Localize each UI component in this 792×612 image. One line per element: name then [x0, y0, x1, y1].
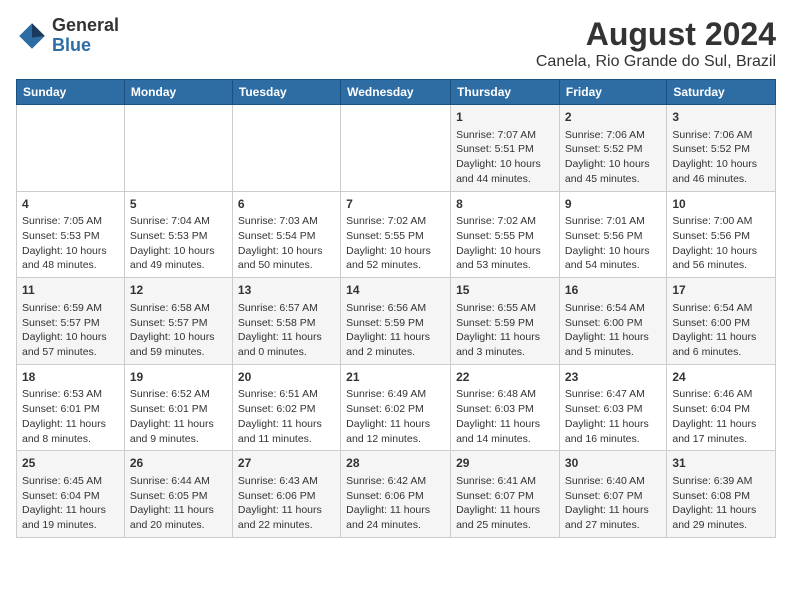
day-number: 20	[238, 369, 335, 386]
page-title: August 2024	[536, 16, 776, 53]
day-number: 31	[672, 455, 770, 472]
calendar-cell: 4Sunrise: 7:05 AMSunset: 5:53 PMDaylight…	[17, 191, 125, 278]
day-number: 8	[456, 196, 554, 213]
calendar-cell: 6Sunrise: 7:03 AMSunset: 5:54 PMDaylight…	[232, 191, 340, 278]
day-number: 30	[565, 455, 661, 472]
day-number: 29	[456, 455, 554, 472]
day-number: 9	[565, 196, 661, 213]
day-number: 7	[346, 196, 445, 213]
day-number: 18	[22, 369, 119, 386]
calendar-table: SundayMondayTuesdayWednesdayThursdayFrid…	[16, 79, 776, 538]
calendar-cell: 27Sunrise: 6:43 AMSunset: 6:06 PMDayligh…	[232, 451, 340, 538]
logo-text: General Blue	[52, 16, 119, 56]
calendar-cell: 5Sunrise: 7:04 AMSunset: 5:53 PMDaylight…	[124, 191, 232, 278]
calendar-cell: 15Sunrise: 6:55 AMSunset: 5:59 PMDayligh…	[451, 278, 560, 365]
day-of-week-header: Tuesday	[232, 80, 340, 105]
calendar-cell: 29Sunrise: 6:41 AMSunset: 6:07 PMDayligh…	[451, 451, 560, 538]
logo-icon	[16, 20, 48, 52]
page-subtitle: Canela, Rio Grande do Sul, Brazil	[536, 53, 776, 71]
day-number: 26	[130, 455, 227, 472]
day-number: 14	[346, 282, 445, 299]
day-number: 28	[346, 455, 445, 472]
calendar-week-row: 18Sunrise: 6:53 AMSunset: 6:01 PMDayligh…	[17, 364, 776, 451]
calendar-cell	[341, 105, 451, 192]
calendar-cell: 17Sunrise: 6:54 AMSunset: 6:00 PMDayligh…	[667, 278, 776, 365]
calendar-cell: 7Sunrise: 7:02 AMSunset: 5:55 PMDaylight…	[341, 191, 451, 278]
calendar-cell: 26Sunrise: 6:44 AMSunset: 6:05 PMDayligh…	[124, 451, 232, 538]
calendar-cell: 2Sunrise: 7:06 AMSunset: 5:52 PMDaylight…	[559, 105, 666, 192]
day-of-week-header: Saturday	[667, 80, 776, 105]
calendar-week-row: 1Sunrise: 7:07 AMSunset: 5:51 PMDaylight…	[17, 105, 776, 192]
calendar-cell: 25Sunrise: 6:45 AMSunset: 6:04 PMDayligh…	[17, 451, 125, 538]
calendar-cell: 31Sunrise: 6:39 AMSunset: 6:08 PMDayligh…	[667, 451, 776, 538]
calendar-cell: 18Sunrise: 6:53 AMSunset: 6:01 PMDayligh…	[17, 364, 125, 451]
calendar-header-row: SundayMondayTuesdayWednesdayThursdayFrid…	[17, 80, 776, 105]
day-number: 6	[238, 196, 335, 213]
day-number: 24	[672, 369, 770, 386]
calendar-cell: 3Sunrise: 7:06 AMSunset: 5:52 PMDaylight…	[667, 105, 776, 192]
day-of-week-header: Sunday	[17, 80, 125, 105]
calendar-cell: 16Sunrise: 6:54 AMSunset: 6:00 PMDayligh…	[559, 278, 666, 365]
calendar-cell: 10Sunrise: 7:00 AMSunset: 5:56 PMDayligh…	[667, 191, 776, 278]
day-number: 13	[238, 282, 335, 299]
calendar-cell: 13Sunrise: 6:57 AMSunset: 5:58 PMDayligh…	[232, 278, 340, 365]
day-number: 23	[565, 369, 661, 386]
title-area: August 2024 Canela, Rio Grande do Sul, B…	[536, 16, 776, 71]
logo: General Blue	[16, 16, 119, 56]
day-number: 5	[130, 196, 227, 213]
calendar-cell	[17, 105, 125, 192]
day-number: 1	[456, 109, 554, 126]
day-number: 27	[238, 455, 335, 472]
calendar-cell: 14Sunrise: 6:56 AMSunset: 5:59 PMDayligh…	[341, 278, 451, 365]
calendar-cell: 22Sunrise: 6:48 AMSunset: 6:03 PMDayligh…	[451, 364, 560, 451]
day-number: 3	[672, 109, 770, 126]
calendar-cell: 28Sunrise: 6:42 AMSunset: 6:06 PMDayligh…	[341, 451, 451, 538]
calendar-cell: 21Sunrise: 6:49 AMSunset: 6:02 PMDayligh…	[341, 364, 451, 451]
day-of-week-header: Thursday	[451, 80, 560, 105]
day-number: 11	[22, 282, 119, 299]
calendar-cell: 9Sunrise: 7:01 AMSunset: 5:56 PMDaylight…	[559, 191, 666, 278]
day-of-week-header: Friday	[559, 80, 666, 105]
calendar-cell: 20Sunrise: 6:51 AMSunset: 6:02 PMDayligh…	[232, 364, 340, 451]
day-of-week-header: Wednesday	[341, 80, 451, 105]
day-number: 2	[565, 109, 661, 126]
calendar-cell: 11Sunrise: 6:59 AMSunset: 5:57 PMDayligh…	[17, 278, 125, 365]
day-number: 4	[22, 196, 119, 213]
day-number: 19	[130, 369, 227, 386]
calendar-cell: 1Sunrise: 7:07 AMSunset: 5:51 PMDaylight…	[451, 105, 560, 192]
calendar-week-row: 25Sunrise: 6:45 AMSunset: 6:04 PMDayligh…	[17, 451, 776, 538]
calendar-cell	[232, 105, 340, 192]
page-header: General Blue August 2024 Canela, Rio Gra…	[16, 16, 776, 71]
calendar-week-row: 4Sunrise: 7:05 AMSunset: 5:53 PMDaylight…	[17, 191, 776, 278]
day-number: 12	[130, 282, 227, 299]
calendar-cell: 19Sunrise: 6:52 AMSunset: 6:01 PMDayligh…	[124, 364, 232, 451]
day-number: 22	[456, 369, 554, 386]
calendar-cell: 8Sunrise: 7:02 AMSunset: 5:55 PMDaylight…	[451, 191, 560, 278]
calendar-cell: 23Sunrise: 6:47 AMSunset: 6:03 PMDayligh…	[559, 364, 666, 451]
calendar-week-row: 11Sunrise: 6:59 AMSunset: 5:57 PMDayligh…	[17, 278, 776, 365]
calendar-cell: 24Sunrise: 6:46 AMSunset: 6:04 PMDayligh…	[667, 364, 776, 451]
day-number: 10	[672, 196, 770, 213]
day-of-week-header: Monday	[124, 80, 232, 105]
calendar-cell: 30Sunrise: 6:40 AMSunset: 6:07 PMDayligh…	[559, 451, 666, 538]
calendar-cell	[124, 105, 232, 192]
day-number: 17	[672, 282, 770, 299]
day-number: 16	[565, 282, 661, 299]
day-number: 21	[346, 369, 445, 386]
calendar-cell: 12Sunrise: 6:58 AMSunset: 5:57 PMDayligh…	[124, 278, 232, 365]
day-number: 25	[22, 455, 119, 472]
day-number: 15	[456, 282, 554, 299]
